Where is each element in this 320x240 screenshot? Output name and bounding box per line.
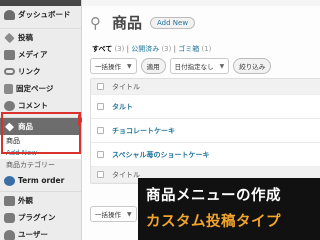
sidebar-item-label: 外観 bbox=[18, 196, 33, 205]
sidebar-item-label: コメント bbox=[18, 101, 48, 110]
row-title-link[interactable]: スペシャル苺のショートケーキ bbox=[112, 150, 210, 160]
pushpin-icon: ⚲ bbox=[90, 13, 101, 32]
sidebar-item-label: Term order bbox=[18, 176, 65, 185]
column-footer-title[interactable]: タイトル bbox=[112, 170, 140, 180]
sidebar-item-pages[interactable]: 固定ページ bbox=[0, 80, 81, 97]
add-new-button[interactable]: Add New bbox=[150, 16, 196, 29]
apply-button[interactable]: 適用 bbox=[140, 58, 166, 74]
sidebar-item-label: ダッシュボード bbox=[18, 10, 71, 19]
submenu-add-new[interactable]: Add New bbox=[0, 147, 81, 159]
select-all-checkbox[interactable] bbox=[97, 83, 104, 90]
media-icon bbox=[4, 49, 15, 60]
caption-overlay: 商品メニューの作成 カスタム投稿タイプ bbox=[138, 178, 320, 240]
caption-subtitle: カスタム投稿タイプ bbox=[146, 214, 281, 230]
row-checkbox[interactable] bbox=[97, 103, 104, 110]
users-icon bbox=[4, 229, 15, 240]
table-row: チョコレートケーキ bbox=[91, 119, 320, 143]
bulk-action-value: 一括操作 bbox=[95, 211, 121, 219]
sidebar-item-label: 商品 bbox=[18, 122, 33, 131]
sidebar-item-posts[interactable]: 投稿 bbox=[0, 29, 81, 46]
chevron-down-icon: ▼ bbox=[219, 62, 225, 70]
table-row: スペシャル苺のショートケーキ bbox=[91, 143, 320, 167]
select-all-checkbox[interactable] bbox=[97, 171, 104, 178]
bottom-actions: 一括操作 ▼ bbox=[90, 206, 137, 222]
filter-trash[interactable]: ゴミ箱 bbox=[178, 45, 199, 53]
table-header-row: タイトル bbox=[91, 79, 320, 95]
sidebar-item-media[interactable]: メディア bbox=[0, 46, 81, 63]
filter-trash-count: (1) bbox=[201, 45, 212, 53]
row-checkbox[interactable] bbox=[97, 127, 104, 134]
date-filter-value: 日付指定なし bbox=[174, 63, 214, 71]
filter-published[interactable]: 公開済み bbox=[131, 45, 159, 53]
sidebar-item-label: 固定ページ bbox=[16, 84, 54, 93]
plugin-icon bbox=[4, 212, 15, 223]
table-row: タルト bbox=[91, 95, 320, 119]
date-filter-select[interactable]: 日付指定なし ▼ bbox=[169, 58, 230, 74]
row-title-link[interactable]: タルト bbox=[112, 102, 133, 112]
table-actions: 一括操作 ▼ 適用 日付指定なし ▼ 絞り込み bbox=[90, 58, 272, 74]
sidebar-item-products[interactable]: 商品 bbox=[0, 118, 81, 135]
page-icon bbox=[4, 83, 13, 94]
posts-table: タイトル タルト チョコレートケーキ スペシャル苺のショートケーキ タイトル bbox=[90, 78, 320, 184]
comment-icon bbox=[4, 100, 15, 111]
sidebar-item-plugins[interactable]: プラグイン bbox=[0, 209, 81, 226]
sidebar-item-dashboard[interactable]: ダッシュボード bbox=[0, 6, 81, 23]
filter-all-count: (3) bbox=[114, 45, 125, 53]
pushpin-icon bbox=[4, 32, 15, 43]
sidebar-item-label: リンク bbox=[18, 67, 41, 76]
sidebar-item-users[interactable]: ユーザー bbox=[0, 226, 81, 240]
pushpin-icon bbox=[5, 122, 14, 131]
sidebar-item-links[interactable]: リンク bbox=[0, 63, 81, 80]
sidebar-item-label: ユーザー bbox=[18, 230, 48, 239]
column-header-title[interactable]: タイトル bbox=[112, 82, 140, 92]
chevron-down-icon: ▼ bbox=[127, 62, 132, 70]
term-order-icon bbox=[4, 175, 15, 186]
row-checkbox[interactable] bbox=[97, 151, 104, 158]
bulk-action-select-bottom[interactable]: 一括操作 ▼ bbox=[90, 206, 137, 222]
admin-topbar bbox=[82, 0, 320, 6]
filter-published-count: (3) bbox=[161, 45, 172, 53]
submenu-product-category[interactable]: 商品カテゴリー bbox=[0, 159, 81, 172]
bulk-action-value: 一括操作 bbox=[95, 63, 121, 71]
title-row: ⚲ 商品 Add New bbox=[90, 12, 196, 33]
filter-all[interactable]: すべて bbox=[92, 45, 112, 53]
submenu-products[interactable]: 商品 bbox=[0, 135, 81, 147]
sidebar-item-term-order[interactable]: Term order bbox=[0, 172, 81, 189]
sidebar-item-label: プラグイン bbox=[18, 213, 56, 222]
bulk-action-select[interactable]: 一括操作 ▼ bbox=[90, 58, 137, 74]
sidebar-item-comments[interactable]: コメント bbox=[0, 97, 81, 114]
dashboard-icon bbox=[4, 9, 15, 20]
filter-button[interactable]: 絞り込み bbox=[233, 58, 272, 74]
admin-sidebar: ダッシュボード 投稿 メディア リンク 固定ページ コメント 商品 商品 Add… bbox=[0, 0, 82, 240]
row-title-link[interactable]: チョコレートケーキ bbox=[112, 126, 175, 136]
status-filters: すべて (3) | 公開済み (3) | ゴミ箱 (1) bbox=[92, 45, 212, 53]
link-icon bbox=[4, 68, 15, 75]
appearance-icon bbox=[4, 195, 15, 206]
sidebar-item-label: メディア bbox=[18, 50, 48, 59]
chevron-down-icon: ▼ bbox=[127, 210, 132, 218]
page-title: 商品 bbox=[112, 14, 143, 32]
sidebar-item-appearance[interactable]: 外観 bbox=[0, 192, 81, 209]
caption-title: 商品メニューの作成 bbox=[146, 188, 281, 204]
sidebar-item-label: 投稿 bbox=[18, 33, 33, 42]
